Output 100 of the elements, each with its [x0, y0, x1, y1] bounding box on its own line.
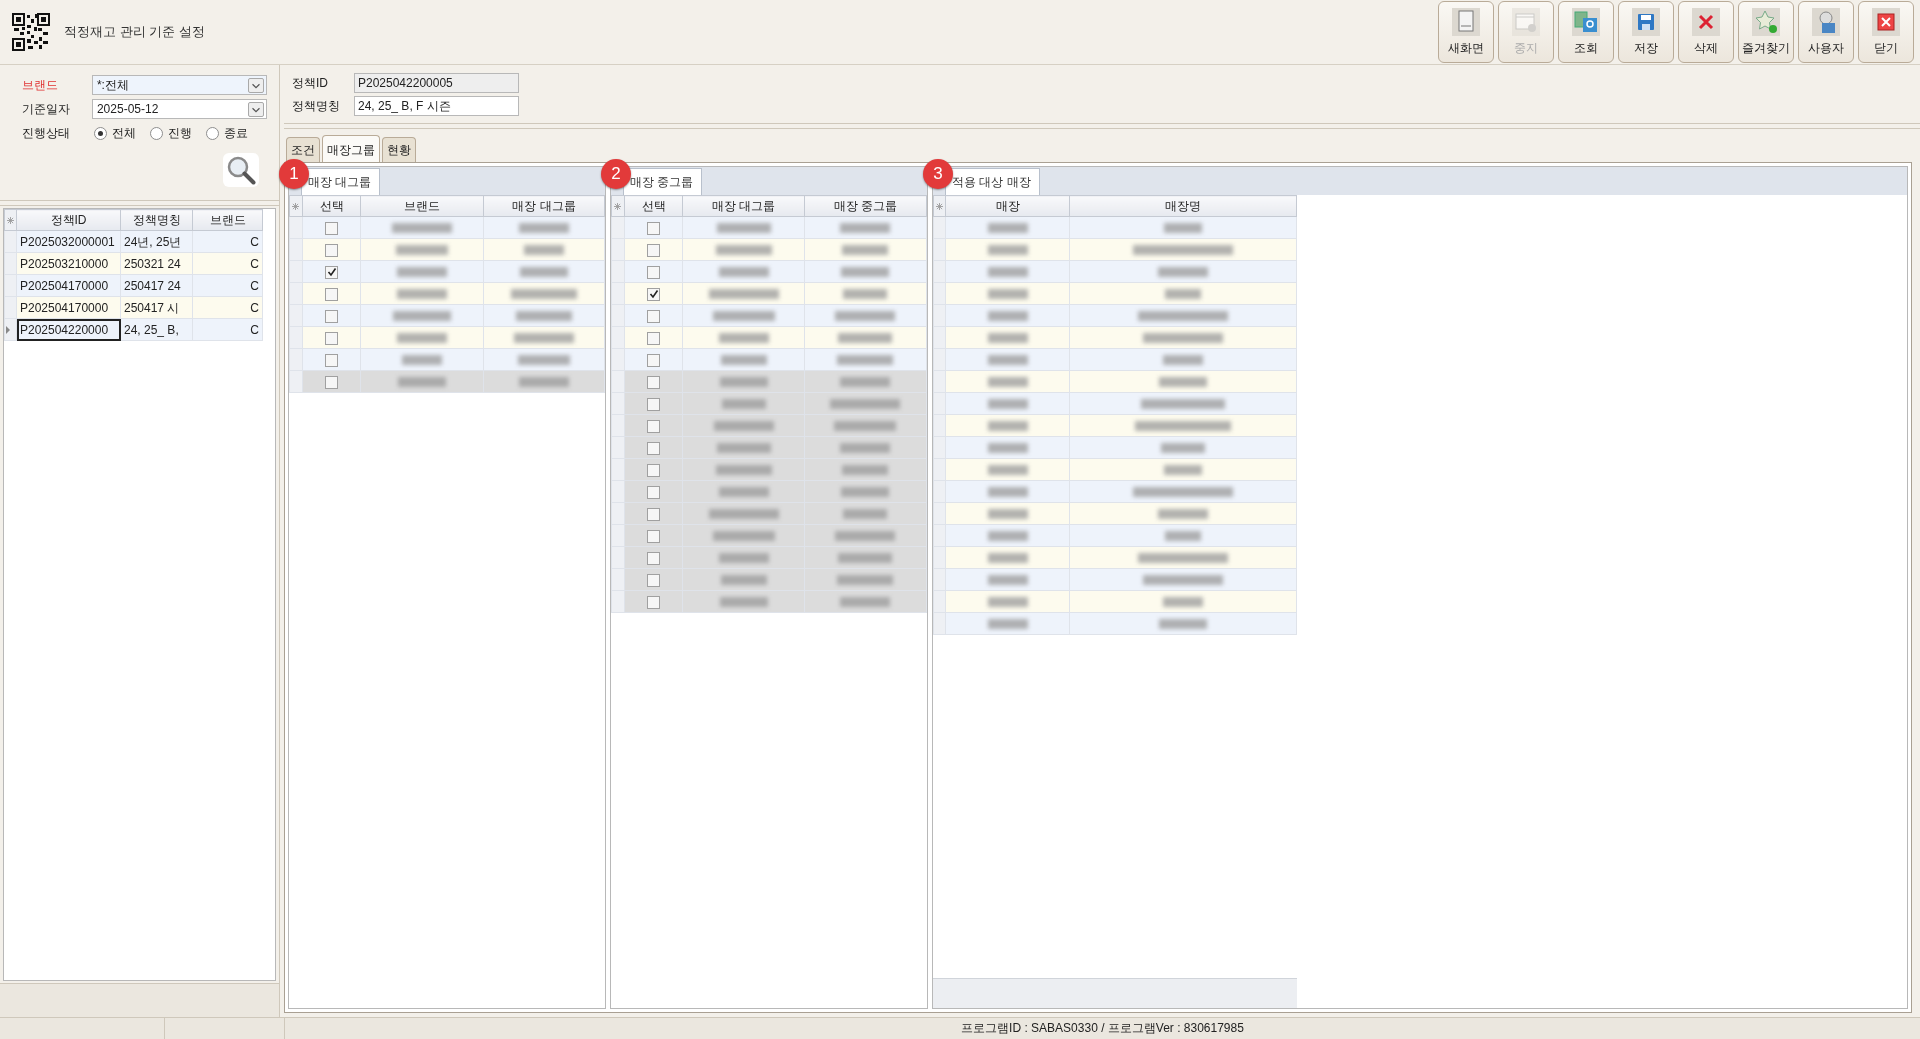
radio-option[interactable]: 진행: [150, 124, 192, 142]
blurred-text: [987, 311, 1028, 322]
column-header[interactable]: 매장 대그룹: [483, 195, 605, 217]
checkbox[interactable]: [647, 551, 661, 565]
blurred-text: [1161, 443, 1206, 454]
checkbox[interactable]: [325, 353, 339, 367]
checkbox[interactable]: [647, 221, 661, 235]
blurred-text: [396, 245, 449, 256]
blurred-text: [708, 509, 779, 520]
blurred-text: [715, 245, 772, 256]
blurred-text: [720, 575, 767, 586]
field-label: 정책ID: [292, 74, 329, 92]
tab[interactable]: 현황: [382, 137, 416, 162]
toolbar-button[interactable]: 저장: [1618, 1, 1674, 63]
dropdown-field[interactable]: 2025-05-12: [91, 99, 267, 119]
column-header[interactable]: 매장: [945, 195, 1070, 217]
cross-icon: [1692, 7, 1720, 36]
checkbox[interactable]: [325, 243, 339, 257]
blurred-text: [402, 355, 443, 366]
table-cell: P202504170000: [16, 274, 121, 297]
asterisk-icon: [936, 203, 943, 211]
qr-code-icon: [12, 13, 50, 51]
table-cell: C: [192, 230, 263, 253]
checkbox[interactable]: [647, 573, 661, 587]
blurred-text: [1164, 223, 1203, 234]
blurred-text: [519, 377, 570, 388]
checkbox[interactable]: [647, 243, 661, 257]
field-label: 기준일자: [22, 101, 71, 118]
panel-tab[interactable]: 적용 대상 매장: [945, 168, 1040, 195]
tab[interactable]: 조건: [286, 137, 320, 162]
tab[interactable]: 매장그룹: [322, 135, 380, 162]
checkbox[interactable]: [647, 485, 661, 499]
blurred-text: [843, 509, 888, 520]
checkbox[interactable]: [647, 397, 661, 411]
blurred-text: [987, 267, 1028, 278]
radio-option[interactable]: 종료: [206, 124, 248, 142]
column-header[interactable]: 브랜드: [360, 195, 484, 217]
toolbar-button[interactable]: 조회: [1558, 1, 1614, 63]
blurred-text: [519, 223, 570, 234]
column-header[interactable]: 매장명: [1069, 195, 1297, 217]
checkbox[interactable]: [325, 309, 339, 323]
search-button[interactable]: [223, 153, 259, 187]
blurred-text: [397, 289, 448, 300]
save-icon: [1632, 7, 1660, 36]
checkbox[interactable]: [325, 221, 339, 235]
table-cell: P202503210000: [16, 252, 121, 275]
blurred-text: [516, 311, 573, 322]
checkbox[interactable]: [647, 507, 661, 521]
document-icon: [1452, 7, 1480, 36]
toolbar-button[interactable]: 새화면: [1438, 1, 1494, 63]
column-header[interactable]: 정책ID: [16, 209, 121, 231]
checkbox[interactable]: [647, 529, 661, 543]
blurred-text: [721, 399, 766, 410]
blurred-text: [987, 465, 1028, 476]
checkbox[interactable]: [647, 375, 661, 389]
checkbox[interactable]: [325, 265, 339, 279]
checkbox[interactable]: [647, 419, 661, 433]
dropdown-field[interactable]: *:전체: [91, 75, 267, 95]
column-header[interactable]: 브랜드: [192, 209, 263, 231]
blurred-text: [987, 509, 1028, 520]
blurred-text: [987, 597, 1028, 608]
table-cell: 250321 24: [120, 252, 193, 275]
toolbar-button[interactable]: 삭제: [1678, 1, 1734, 63]
blurred-text: [987, 487, 1028, 498]
checkbox[interactable]: [325, 375, 339, 389]
blurred-text: [718, 487, 769, 498]
panel-tab[interactable]: 매장 대그룹: [301, 168, 381, 195]
text-field[interactable]: 24, 25_ B, F 시즌: [354, 95, 519, 116]
checkbox[interactable]: [647, 353, 661, 367]
toolbar-button[interactable]: 즐겨찾기: [1738, 1, 1794, 63]
panel-tab[interactable]: 매장 중그룹: [623, 168, 703, 195]
radio-option[interactable]: 전체: [94, 124, 136, 142]
blurred-text: [840, 377, 891, 388]
blurred-text: [1158, 509, 1209, 520]
column-header[interactable]: 매장 대그룹: [682, 195, 805, 217]
blurred-text: [719, 377, 768, 388]
blurred-text: [841, 487, 890, 498]
close-icon: [1872, 7, 1900, 36]
toolbar-button[interactable]: 사용자: [1798, 1, 1854, 63]
checkbox[interactable]: [647, 287, 661, 301]
checkbox[interactable]: [647, 265, 661, 279]
text-field[interactable]: P2025042200005: [354, 72, 519, 93]
checkbox[interactable]: [325, 287, 339, 301]
table-cell: C: [192, 274, 263, 297]
blurred-text: [1165, 531, 1202, 542]
toolbar-button[interactable]: 닫기: [1858, 1, 1914, 63]
checkbox[interactable]: [325, 331, 339, 345]
checkbox[interactable]: [647, 463, 661, 477]
column-header[interactable]: 정책명칭: [120, 209, 193, 231]
column-header[interactable]: 매장 중그룹: [804, 195, 927, 217]
column-header[interactable]: 선택: [302, 195, 361, 217]
column-header[interactable]: 선택: [624, 195, 683, 217]
table-cell: P202504220000: [16, 318, 121, 341]
checkbox[interactable]: [647, 441, 661, 455]
checkbox[interactable]: [647, 595, 661, 609]
blurred-text: [838, 333, 893, 344]
blurred-text: [520, 267, 569, 278]
checkbox[interactable]: [647, 331, 661, 345]
blurred-text: [830, 399, 901, 410]
checkbox[interactable]: [647, 309, 661, 323]
